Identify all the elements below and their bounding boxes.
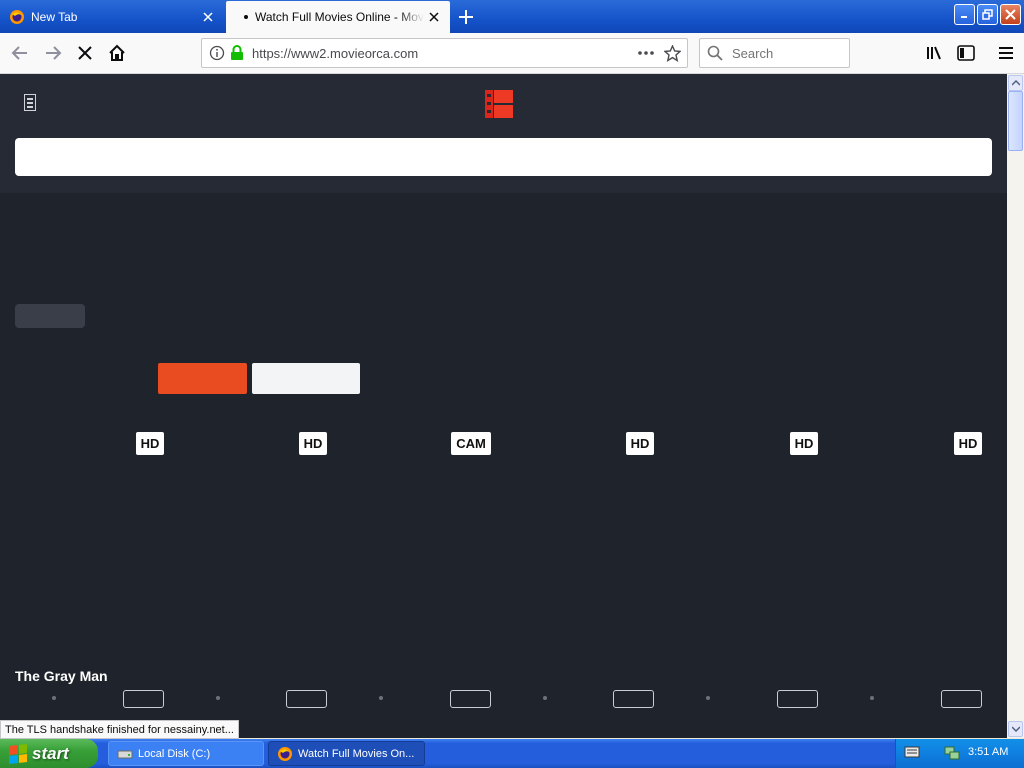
watch-now-button[interactable] [158, 363, 247, 394]
start-button[interactable]: start [0, 739, 98, 768]
placeholder-pill [15, 304, 85, 328]
taskbar-item-firefox[interactable]: Watch Full Movies On... [268, 741, 425, 766]
site-header [0, 74, 1007, 193]
page-scrollbar[interactable] [1007, 74, 1024, 738]
loading-dot-icon [244, 15, 248, 19]
scroll-up-icon[interactable] [1008, 75, 1023, 91]
quality-badge: HD [136, 432, 164, 455]
firefox-icon [9, 9, 25, 25]
meta-separator [379, 696, 383, 700]
status-tooltip: The TLS handshake finished for nessainy.… [0, 720, 239, 739]
quality-badge: HD [299, 432, 327, 455]
quality-badge: HD [626, 432, 654, 455]
meta-separator [706, 696, 710, 700]
lock-icon[interactable] [230, 45, 244, 66]
open-menu-button[interactable] [991, 38, 1021, 68]
quality-badge: HD [954, 432, 982, 455]
quality-badge: HD [790, 432, 818, 455]
forward-button[interactable] [38, 38, 68, 68]
meta-tag [941, 690, 982, 708]
system-tray: 3:51 AM [895, 739, 1024, 768]
start-label: start [32, 743, 69, 763]
scroll-down-icon[interactable] [1008, 721, 1023, 737]
meta-tag [613, 690, 654, 708]
page-actions-icon[interactable] [637, 45, 655, 66]
sidebar-toggle-button[interactable] [951, 38, 981, 68]
site-search-input[interactable] [15, 138, 992, 176]
keyboard-icon[interactable] [904, 745, 920, 764]
quality-badge: CAM [451, 432, 491, 455]
meta-tag [286, 690, 327, 708]
search-input[interactable]: Search [699, 38, 850, 68]
taskbar-item-label: Watch Full Movies On... [298, 747, 415, 760]
minimize-button[interactable] [954, 4, 975, 25]
bookmark-star-icon[interactable] [663, 44, 682, 67]
library-button[interactable] [919, 38, 949, 68]
site-menu-icon[interactable] [24, 94, 36, 111]
stop-loading-button[interactable] [70, 38, 100, 68]
close-window-button[interactable] [1000, 4, 1021, 25]
meta-separator [543, 696, 547, 700]
meta-separator [52, 696, 56, 700]
meta-separator [216, 696, 220, 700]
tab-title: New Tab [31, 9, 78, 24]
network-icon[interactable] [944, 745, 960, 766]
home-button[interactable] [102, 38, 132, 68]
clock: 3:51 AM [968, 746, 1009, 758]
new-tab-button[interactable] [452, 3, 480, 31]
windows-flag-icon [9, 743, 27, 764]
meta-tag [450, 690, 491, 708]
taskbar: start Local Disk (C:) Watch Full Movies … [0, 739, 1024, 768]
meta-tag [123, 690, 164, 708]
url-text[interactable]: https://www2.movieorca.com [252, 46, 418, 61]
taskbar-item-label: Local Disk (C:) [138, 747, 211, 760]
drive-icon [117, 746, 133, 762]
nav-toolbar: https://www2.movieorca.com Search [0, 33, 1024, 74]
search-placeholder: Search [732, 46, 774, 61]
url-bar[interactable]: https://www2.movieorca.com [201, 38, 688, 68]
tab-strip: New Tab Watch Full Movies Online - Movie… [0, 0, 1024, 33]
firefox-icon [277, 746, 293, 762]
scrollbar-thumb[interactable] [1008, 91, 1023, 151]
tab-movieorca[interactable]: Watch Full Movies Online - MovieOrca [226, 1, 450, 33]
taskbar-item-local-disk[interactable]: Local Disk (C:) [108, 741, 264, 766]
site-logo-icon[interactable] [483, 88, 515, 120]
meta-separator [870, 696, 874, 700]
close-tab-icon[interactable] [198, 7, 218, 27]
meta-tag [777, 690, 818, 708]
more-info-button[interactable] [252, 363, 360, 394]
tab-new-tab[interactable]: New Tab [0, 0, 224, 33]
close-tab-icon[interactable] [424, 7, 444, 27]
site-info-icon[interactable] [209, 45, 225, 66]
web-page: HD HD CAM HD HD HD The Gray Man [0, 74, 1007, 738]
search-icon [707, 45, 723, 66]
restore-button[interactable] [977, 4, 998, 25]
movie-title[interactable]: The Gray Man [15, 668, 108, 684]
back-button[interactable] [5, 38, 35, 68]
tab-title: Watch Full Movies Online - MovieOrca [255, 10, 424, 24]
